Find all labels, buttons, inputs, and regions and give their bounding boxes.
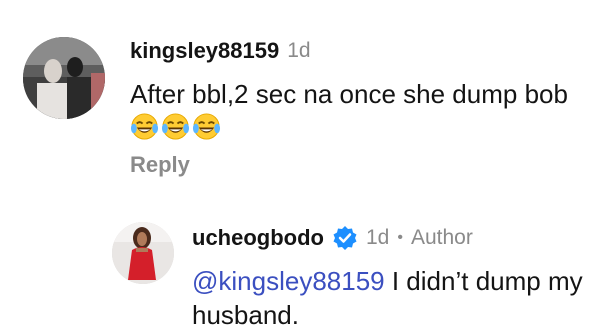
timestamp: 1d: [365, 226, 390, 249]
tears-of-joy-emoji-icon: [130, 112, 159, 141]
avatar[interactable]: [112, 222, 174, 284]
comment-text-content: After bbl,2 sec na once she dump bob: [130, 79, 568, 109]
verified-badge-icon: [332, 225, 358, 251]
tears-of-joy-emoji-icon: [192, 112, 221, 141]
timestamp: 1d: [287, 39, 311, 62]
avatar[interactable]: [23, 37, 105, 119]
author-badge: Author: [410, 226, 473, 249]
comment-meta: ucheogbodo 1d • Author: [192, 224, 473, 252]
tears-of-joy-emoji-icon: [161, 112, 190, 141]
comment-text: @kingsley88159 I didn’t dump my husband.: [192, 264, 592, 332]
comment-text: After bbl,2 sec na once she dump bob: [130, 77, 590, 145]
reply-button[interactable]: Reply: [130, 152, 190, 178]
meta-separator: •: [397, 229, 403, 246]
username[interactable]: kingsley88159: [130, 38, 279, 64]
comment-meta: kingsley88159 1d: [130, 37, 311, 65]
username[interactable]: ucheogbodo: [192, 225, 324, 251]
user-mention-link[interactable]: @kingsley88159: [192, 266, 385, 296]
